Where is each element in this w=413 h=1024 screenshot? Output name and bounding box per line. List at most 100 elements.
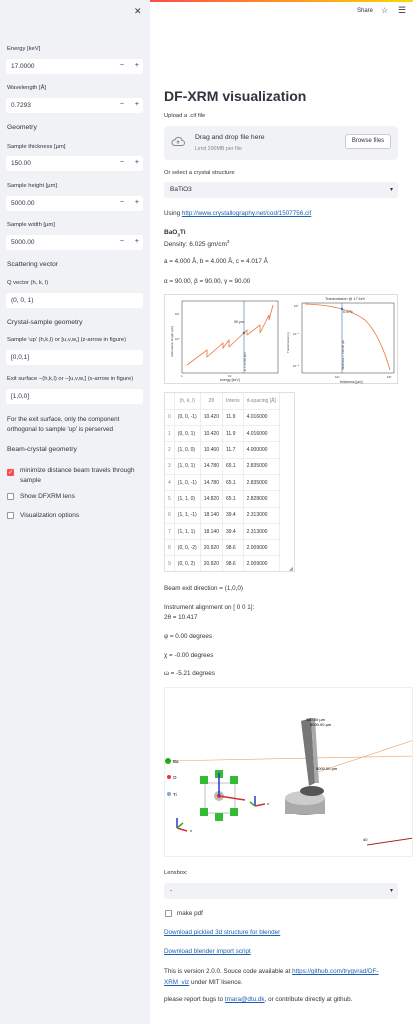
table-row[interactable]: 3 (1, 0, 1) 14.780 65.1 2.835000: [165, 458, 280, 475]
minimize-checkbox[interactable]: ✓: [7, 469, 14, 476]
energy-input[interactable]: 17.0000 − +: [6, 59, 143, 74]
table-cell: (0, 0, 2): [174, 555, 201, 571]
thickness-plus-button[interactable]: +: [135, 159, 139, 166]
table-cell: (0, 0, 1): [174, 425, 201, 443]
lens-label: Show DFXRM lens: [20, 493, 75, 500]
reflections-table[interactable]: (h, k, l) 2θ Intens d-spacing [Å] 0 (0, 0, -…: [164, 392, 295, 572]
table-row[interactable]: 7 (1, 1, 1) 18.140 39.4 2.313000: [165, 523, 280, 541]
thickness-minus-button[interactable]: −: [120, 159, 124, 166]
table-cell: 5: [165, 490, 175, 508]
sample-up-value: [0,0,1]: [11, 354, 30, 361]
table-row[interactable]: 9 (0, 0, 2) 20.920 98.6 2.009000: [165, 555, 280, 571]
table-header-cell[interactable]: [165, 393, 175, 410]
energy-plus-button[interactable]: +: [135, 62, 139, 69]
table-cell: (1, 0, 1): [174, 458, 201, 475]
geometry-heading: Geometry: [7, 124, 37, 131]
left-ylabel: Attenuation length [µm]: [170, 326, 174, 357]
wavelength-minus-button[interactable]: −: [120, 101, 124, 108]
file-uploader[interactable]: Drag and drop file here Limit 200MB per …: [164, 126, 398, 160]
sample-up-label: Sample 'up' (h,k,l) or [u,v,w,] (z-arrow…: [7, 337, 127, 343]
thickness-label: Sample thickness [µm]: [7, 144, 66, 150]
table-row[interactable]: 4 (1, 0, -1) 14.780 65.1 2.835000: [165, 474, 280, 492]
beam-line: [165, 755, 412, 762]
table-cell: (1, 1, 1): [174, 523, 201, 541]
width-label: Sample width [µm]: [7, 222, 55, 228]
energy-minus-button[interactable]: −: [120, 62, 124, 69]
table-cell: 4.016000: [243, 425, 280, 443]
star-icon[interactable]: ☆: [381, 6, 388, 15]
width-minus-button[interactable]: −: [120, 238, 124, 245]
density: Density: 6.025 gm/cm3: [164, 239, 230, 249]
sample-up-input[interactable]: [0,0,1]: [6, 350, 143, 365]
table-row[interactable]: 8 (0, 0, -2) 20.920 98.6 2.009000: [165, 539, 280, 557]
table-row[interactable]: 5 (1, 1, 0) 14.820 65.1 2.828000: [165, 490, 280, 508]
table-header-cell[interactable]: Intens: [222, 393, 244, 410]
structure-select[interactable]: BaTiO3 ▾: [164, 182, 398, 198]
table-cell: 2: [165, 441, 175, 459]
table-cell: 0: [165, 409, 175, 427]
formula: BaO3Ti: [164, 229, 186, 238]
height-plus-button[interactable]: +: [135, 199, 139, 206]
scale-label: 40: [363, 837, 368, 842]
table-header-cell[interactable]: (h, k, l): [174, 393, 201, 410]
vline-label: E = 17.00 keV: [243, 352, 247, 371]
thickness-value: 150.00: [11, 160, 31, 167]
table-cell: (0, 0, -2): [174, 539, 201, 557]
vis-options-label: Visualization options: [20, 512, 80, 519]
lensbox-select[interactable]: - ▾: [164, 883, 398, 899]
wavelength-plus-button[interactable]: +: [135, 101, 139, 108]
make-pdf-checkbox[interactable]: [165, 910, 172, 917]
table-row[interactable]: 6 (1, 1, -1) 18.140 39.4 2.313000: [165, 507, 280, 524]
table-cell: 2.009000: [243, 555, 280, 571]
table-cell: 18.140: [200, 507, 223, 524]
tick-label: 10⁰: [175, 337, 180, 341]
table-header-cell[interactable]: 2θ: [200, 393, 223, 410]
x-axis-label: x: [190, 828, 192, 833]
table-row[interactable]: 2 (1, 0, 0) 10.460 11.7 4.000000: [165, 441, 280, 459]
3d-scene[interactable]: Ba O Ti x x 150.00 µm 5000.00 µm 5000.00…: [164, 687, 413, 857]
table-cell: 65.1: [222, 458, 244, 475]
menu-icon[interactable]: ☰: [398, 5, 406, 16]
table-cell: 65.1: [222, 474, 244, 492]
width-input[interactable]: 5000.00 − +: [6, 235, 143, 250]
energy-point: [242, 331, 246, 335]
limit-text: Limit 200MB per file: [195, 146, 242, 152]
width-plus-button[interactable]: +: [135, 238, 139, 245]
close-icon[interactable]: ✕: [134, 6, 142, 17]
browse-files-button[interactable]: Browse files: [345, 134, 391, 149]
left-xlabel: energy [keV]: [220, 378, 240, 382]
table-cell: 11.9: [222, 425, 244, 443]
exit-surface-input[interactable]: [1,0,0]: [6, 389, 143, 404]
table-cell: 2.313000: [243, 523, 280, 541]
height-input[interactable]: 5000.00 − +: [6, 196, 143, 211]
crystal-cell: [200, 770, 246, 821]
vis-options-checkbox[interactable]: [7, 512, 14, 519]
wavelength-input[interactable]: 0.7293 − +: [6, 98, 143, 113]
tick-label: 10⁻⁴: [293, 332, 300, 336]
download-blender-link[interactable]: Download blender import script: [164, 948, 251, 955]
table-row[interactable]: 0 (0, 0, -1) 10.420 11.9 4.016000: [165, 409, 280, 427]
cell-angles: α = 90.00, β = 90.00, γ = 90.00: [164, 278, 251, 285]
upload-label: Upload a .cif file: [164, 113, 206, 119]
height-minus-button[interactable]: −: [120, 199, 124, 206]
lens-checkbox[interactable]: [7, 493, 14, 500]
qvector-input[interactable]: (0, 0, 1): [6, 293, 143, 308]
download-pickle-link[interactable]: Download pickled 3d structure for blende…: [164, 929, 280, 936]
table-cell: 1: [165, 425, 175, 443]
exit-note: For the exit surface, only the component…: [7, 416, 120, 433]
cif-link[interactable]: http://www.crystallography.net/cod/15077…: [182, 210, 311, 217]
wavelength-value: 0.7293: [11, 102, 31, 109]
resize-handle-icon[interactable]: ◢: [289, 566, 293, 572]
ti-legend-dot: [167, 792, 171, 796]
table-cell: 8: [165, 539, 175, 557]
table-cell: 6: [165, 507, 175, 524]
structure-value: BaTiO3: [170, 186, 192, 193]
vline-label-right: thickness = 150.00 µm: [341, 339, 345, 370]
table-row[interactable]: 1 (0, 0, 1) 10.420 11.9 4.016000: [165, 425, 280, 443]
table-header-cell[interactable]: d-spacing [Å]: [243, 393, 280, 410]
attenuation-figure: 55 µm E = 17.00 keV energy [keV] Attenua…: [164, 294, 398, 384]
share-button[interactable]: Share: [357, 8, 373, 14]
thickness-input[interactable]: 150.00 − +: [6, 156, 143, 171]
legend-ti: Ti: [173, 792, 177, 797]
email-link[interactable]: tmara@dtu.dk: [225, 996, 265, 1003]
